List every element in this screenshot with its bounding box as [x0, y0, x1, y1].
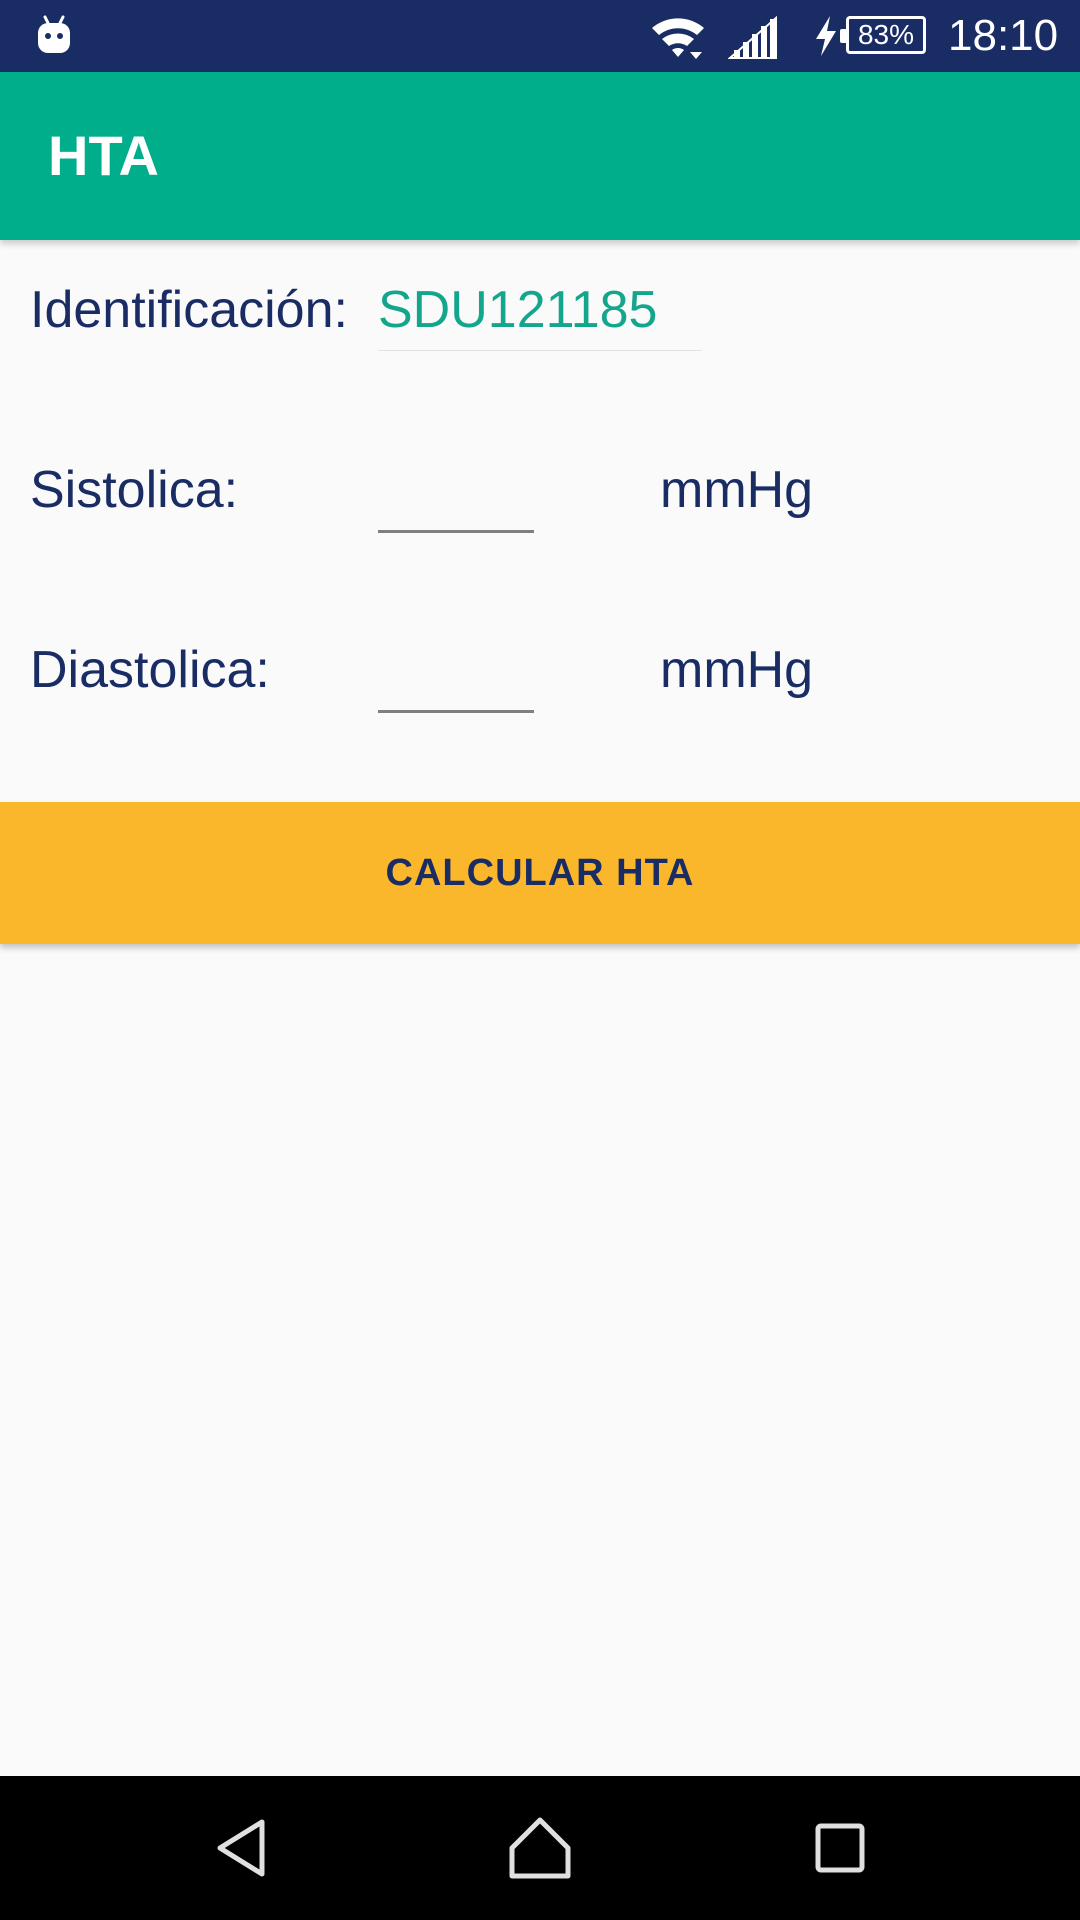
diastolic-unit: mmHg [660, 641, 814, 699]
systolic-label: Sistolica: [30, 461, 239, 519]
identification-underline [378, 350, 702, 351]
identification-value: SDU121185 [378, 281, 658, 339]
recents-icon[interactable] [804, 1812, 876, 1884]
calculate-hta-button[interactable]: CALCULAR HTA [0, 802, 1080, 944]
systolic-input[interactable] [378, 470, 534, 533]
app-bar: HTA [0, 72, 1080, 240]
home-icon[interactable] [504, 1812, 576, 1884]
cell-signal-icon [728, 16, 777, 59]
navigation-bar [0, 1776, 1080, 1920]
diastolic-label: Diastolica: [30, 641, 270, 699]
battery-icon: 83% [840, 16, 926, 54]
diastolic-input[interactable] [378, 650, 534, 713]
android-robot-icon [38, 15, 70, 53]
app-title: HTA [48, 124, 159, 187]
status-clock: 18:10 [948, 11, 1059, 60]
status-bar: 83% 18:10 [0, 0, 1080, 72]
identification-label: Identificación: [30, 281, 348, 339]
wifi-icon [652, 18, 704, 59]
charging-icon [816, 16, 836, 56]
back-icon[interactable] [206, 1812, 278, 1884]
systolic-unit: mmHg [660, 461, 814, 519]
battery-percent: 83% [857, 19, 915, 50]
